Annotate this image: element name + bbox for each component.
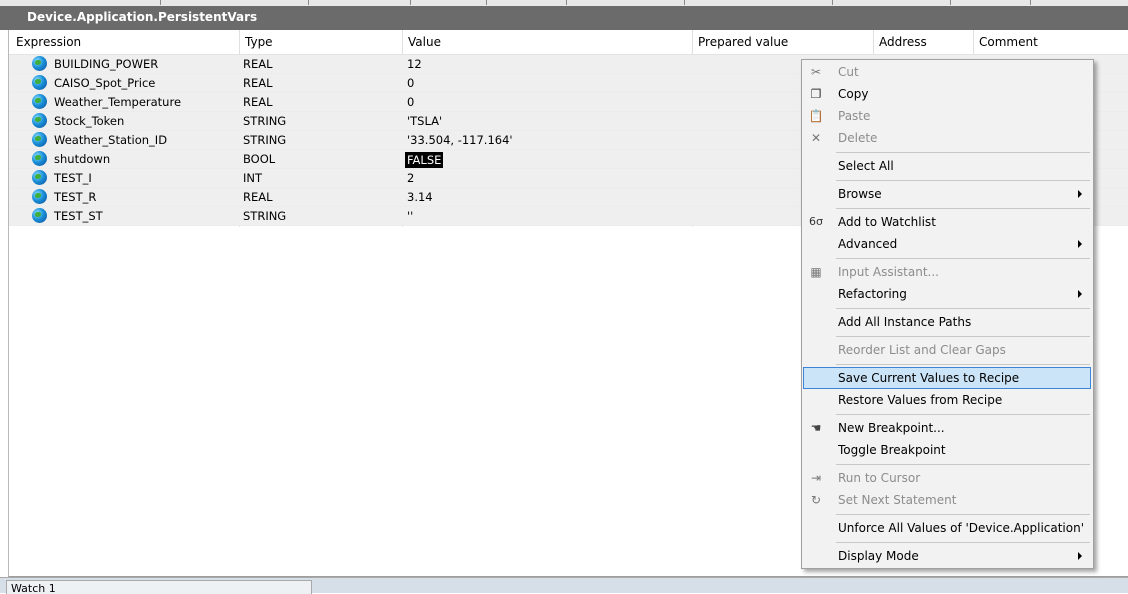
globe-icon <box>32 208 47 223</box>
menu-item-input-assistant[interactable]: ▦ Input Assistant... <box>804 261 1090 283</box>
menu-item-toggle-breakpoint[interactable]: Toggle Breakpoint <box>804 439 1090 461</box>
value-cell[interactable]: '33.504, -117.164' <box>407 133 513 147</box>
menu-item-browse[interactable]: Browse <box>804 183 1090 205</box>
expression-cell: BUILDING_POWER <box>54 57 159 71</box>
menu-item-refactoring[interactable]: Refactoring <box>804 283 1090 305</box>
menu-item-add-to-watchlist[interactable]: 6σ Add to Watchlist <box>804 211 1090 233</box>
type-cell: INT <box>243 171 263 185</box>
menu-item-copy[interactable]: ❐ Copy <box>804 83 1090 105</box>
type-cell: STRING <box>243 114 287 128</box>
window-title: Device.Application.PersistentVars <box>27 10 258 24</box>
value-cell[interactable]: '' <box>407 209 413 223</box>
type-cell: REAL <box>243 190 273 204</box>
type-cell: REAL <box>243 95 273 109</box>
value-cell[interactable]: 'TSLA' <box>407 114 442 128</box>
globe-icon <box>32 56 47 71</box>
submenu-arrow-icon <box>1078 190 1082 198</box>
menu-item-run-to-cursor[interactable]: ⇥ Run to Cursor <box>804 467 1090 489</box>
bottom-tab-bar: Watch 1 <box>0 577 1128 594</box>
expression-cell: Weather_Station_ID <box>54 133 168 147</box>
column-header-comment[interactable]: Comment <box>979 35 1038 49</box>
assistant-icon: ▦ <box>810 265 822 279</box>
column-header-expression[interactable]: Expression <box>16 35 81 49</box>
expression-cell: TEST_I <box>54 171 92 185</box>
value-cell[interactable]: FALSE <box>405 152 444 168</box>
curved-arrow-icon: ↻ <box>810 493 822 507</box>
globe-icon <box>32 170 47 185</box>
menu-item-cut[interactable]: ✂ Cut <box>804 61 1090 83</box>
column-header-address[interactable]: Address <box>879 35 927 49</box>
menu-item-paste[interactable]: 📋 Paste <box>804 105 1090 127</box>
value-cell[interactable]: 12 <box>407 57 422 71</box>
expression-cell: Weather_Temperature <box>54 95 182 109</box>
menu-item-restore-values[interactable]: Restore Values from Recipe <box>804 389 1090 411</box>
menu-item-advanced[interactable]: Advanced <box>804 233 1090 255</box>
submenu-arrow-icon <box>1078 290 1082 298</box>
menu-item-new-breakpoint[interactable]: ☚ New Breakpoint... <box>804 417 1090 439</box>
paste-icon: 📋 <box>808 109 824 123</box>
expression-cell: TEST_R <box>54 190 97 204</box>
submenu-arrow-icon <box>1078 552 1082 560</box>
window-title-bar: Device.Application.PersistentVars <box>0 6 1128 30</box>
value-cell[interactable]: 2 <box>407 171 414 185</box>
value-cell[interactable]: 0 <box>407 76 414 90</box>
globe-icon <box>32 113 47 128</box>
globe-icon <box>32 132 47 147</box>
globe-icon <box>32 151 47 166</box>
type-cell: BOOL <box>243 152 276 166</box>
menu-item-save-current-values[interactable]: Save Current Values to Recipe <box>803 367 1091 389</box>
menu-item-select-all[interactable]: Select All <box>804 155 1090 177</box>
table-header: Expression Type Value Prepared value Add… <box>9 30 1128 55</box>
menu-item-set-next-statement[interactable]: ↻ Set Next Statement <box>804 489 1090 511</box>
column-header-prepared-value[interactable]: Prepared value <box>698 35 788 49</box>
expression-cell: shutdown <box>54 152 111 166</box>
globe-icon <box>32 75 47 90</box>
menu-item-unforce-all[interactable]: Unforce All Values of 'Device.Applicatio… <box>804 517 1090 539</box>
value-cell[interactable]: 3.14 <box>407 190 433 204</box>
type-cell: REAL <box>243 76 273 90</box>
type-cell: REAL <box>243 57 273 71</box>
copy-icon: ❐ <box>810 87 822 101</box>
column-header-type[interactable]: Type <box>245 35 273 49</box>
value-cell[interactable]: 0 <box>407 95 414 109</box>
glasses-icon: 6σ <box>809 215 823 228</box>
menu-item-delete[interactable]: ✕ Delete <box>804 127 1090 149</box>
menu-item-reorder-list[interactable]: Reorder List and Clear Gaps <box>804 339 1090 361</box>
menu-item-add-all-instance-paths[interactable]: Add All Instance Paths <box>804 311 1090 333</box>
submenu-arrow-icon <box>1078 240 1082 248</box>
expression-cell: CAISO_Spot_Price <box>54 76 156 90</box>
context-menu: ✂ Cut ❐ Copy 📋 Paste ✕ Delete Select All… <box>801 59 1094 569</box>
globe-icon <box>32 189 47 204</box>
scissors-icon: ✂ <box>810 65 822 79</box>
x-icon: ✕ <box>810 131 822 145</box>
expression-cell: Stock_Token <box>54 114 125 128</box>
column-header-value[interactable]: Value <box>408 35 441 49</box>
arrow-lines-icon: ⇥ <box>810 471 822 485</box>
menu-item-display-mode[interactable]: Display Mode <box>804 545 1090 567</box>
type-cell: STRING <box>243 133 287 147</box>
type-cell: STRING <box>243 209 287 223</box>
expression-cell: TEST_ST <box>54 209 103 223</box>
globe-icon <box>32 94 47 109</box>
hand-icon: ☚ <box>810 421 822 435</box>
